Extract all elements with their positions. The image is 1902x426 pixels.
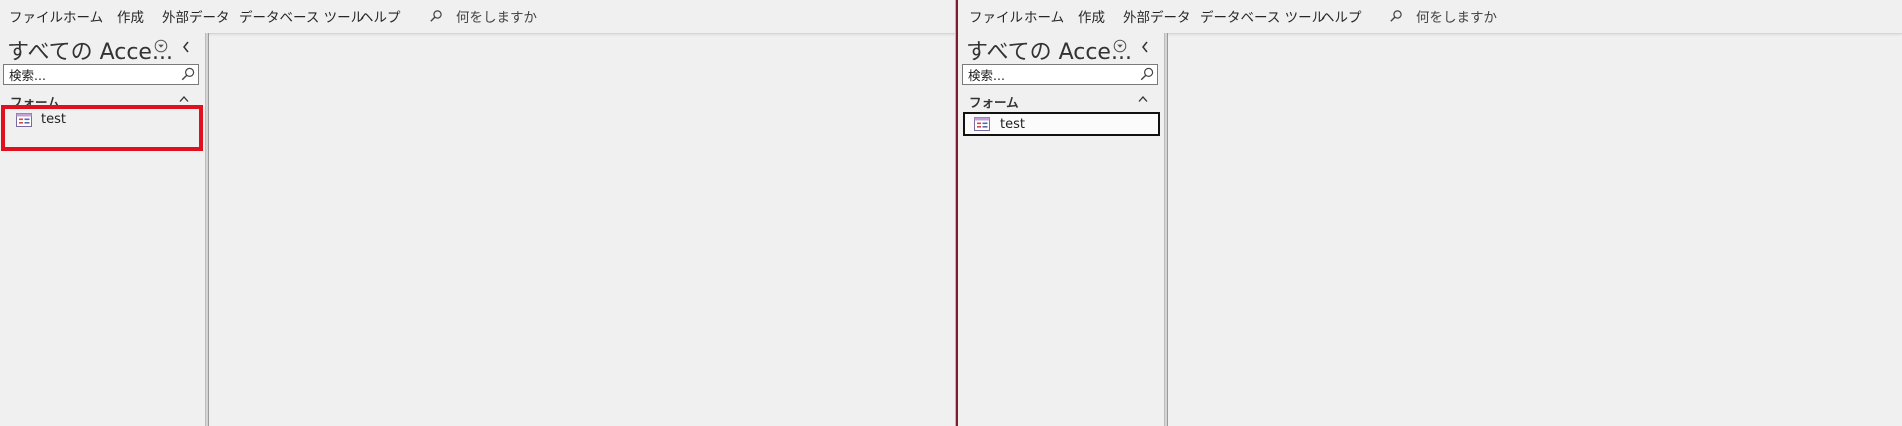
chevron-left-icon[interactable]: [181, 40, 191, 54]
tab-help[interactable]: ヘルプ: [1321, 0, 1362, 33]
nav-item-label: test: [41, 112, 66, 127]
chevron-left-icon[interactable]: [1140, 40, 1150, 54]
nav-search-field[interactable]: [3, 64, 199, 85]
nav-pane-title[interactable]: すべての Acce...: [966, 34, 1132, 66]
navigation-pane: すべての Acce... フォーム: [0, 33, 205, 426]
nav-pane-splitter[interactable]: [205, 33, 209, 426]
ribbon-tabs: ファイル ホーム 作成 外部データ データベース ツール ヘルプ 何をしますか: [0, 0, 955, 34]
nav-search-input[interactable]: [963, 66, 1128, 85]
search-icon[interactable]: [1140, 67, 1154, 81]
tab-database-tools[interactable]: データベース ツール: [239, 0, 364, 33]
nav-item-test-form[interactable]: test: [963, 112, 1160, 136]
access-window-left: ファイル ホーム 作成 外部データ データベース ツール ヘルプ 何をしますか …: [0, 0, 955, 426]
tab-external-data[interactable]: 外部データ: [162, 0, 230, 33]
nav-search-input[interactable]: [4, 66, 169, 85]
nav-pane-splitter[interactable]: [1164, 33, 1168, 426]
access-window-right: ファイル ホーム 作成 外部データ データベース ツール ヘルプ 何をしますか …: [959, 0, 1902, 426]
tab-file[interactable]: ファイル: [969, 0, 1023, 33]
dropdown-circle-icon[interactable]: [154, 39, 168, 53]
search-icon[interactable]: [430, 10, 442, 22]
group-header-forms[interactable]: フォーム: [969, 92, 1019, 111]
tab-create[interactable]: 作成: [1078, 0, 1105, 33]
tab-file[interactable]: ファイル: [9, 0, 63, 33]
nav-search-field[interactable]: [962, 64, 1158, 85]
dropdown-circle-icon[interactable]: [1113, 39, 1127, 53]
search-icon[interactable]: [1390, 10, 1402, 22]
chevron-up-icon[interactable]: [1138, 95, 1148, 103]
tab-home[interactable]: ホーム: [1024, 0, 1064, 33]
tab-help[interactable]: ヘルプ: [360, 0, 401, 33]
navigation-pane: すべての Acce... フォーム: [959, 33, 1164, 426]
tab-external-data[interactable]: 外部データ: [1123, 0, 1191, 33]
chevron-up-icon[interactable]: [179, 95, 189, 103]
tell-me-box[interactable]: 何をしますか: [456, 0, 537, 33]
form-icon: [16, 113, 32, 127]
tab-create[interactable]: 作成: [117, 0, 144, 33]
tab-database-tools[interactable]: データベース ツール: [1200, 0, 1325, 33]
ribbon-tabs: ファイル ホーム 作成 外部データ データベース ツール ヘルプ 何をしますか: [959, 0, 1902, 34]
form-icon: [974, 117, 990, 131]
nav-item-label: test: [1000, 117, 1025, 132]
nav-pane-title[interactable]: すべての Acce...: [7, 34, 173, 66]
search-icon[interactable]: [181, 67, 195, 81]
nav-item-test-form[interactable]: test: [1, 105, 203, 151]
tab-home[interactable]: ホーム: [63, 0, 103, 33]
tell-me-box[interactable]: 何をしますか: [1416, 0, 1497, 33]
